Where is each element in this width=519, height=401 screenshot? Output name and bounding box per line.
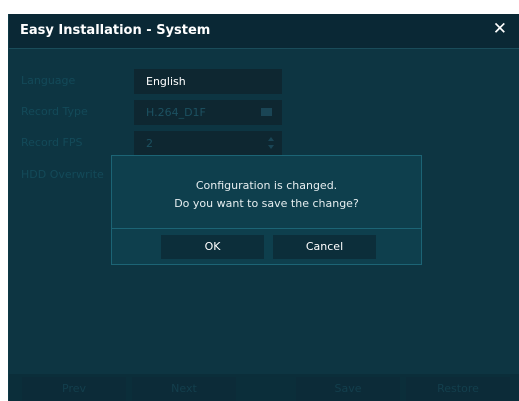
dialog-message-line2: Do you want to save the change?	[174, 197, 359, 210]
dialog-message-line1: Configuration is changed.	[195, 179, 338, 192]
save-button[interactable]: Save	[296, 377, 400, 401]
record-type-label: Record Type	[21, 105, 88, 118]
save-confirm-dialog: Configuration is changed. Do you want to…	[111, 155, 422, 265]
record-type-field[interactable]: H.264_D1F	[134, 100, 282, 125]
hdd-overwrite-label: HDD Overwrite	[21, 168, 104, 181]
prev-button[interactable]: Prev	[22, 377, 126, 401]
record-type-value: H.264_D1F	[146, 106, 206, 119]
close-icon[interactable]: ✕	[493, 19, 507, 39]
next-button[interactable]: Next	[132, 377, 236, 401]
list-icon	[261, 108, 272, 116]
language-label: Language	[21, 74, 76, 87]
cancel-button[interactable]: Cancel	[273, 235, 376, 259]
record-fps-value: 2	[146, 137, 153, 150]
record-fps-field[interactable]: 2	[134, 131, 282, 156]
restore-button[interactable]: Restore	[406, 377, 510, 401]
ok-button[interactable]: OK	[161, 235, 264, 259]
dialog-divider	[112, 228, 421, 229]
window-title: Easy Installation - System	[20, 23, 211, 38]
title-bar: Easy Installation - System ✕	[9, 14, 519, 49]
language-value: English	[146, 75, 186, 88]
spin-up-icon[interactable]	[268, 137, 274, 141]
spin-down-icon[interactable]	[268, 145, 274, 149]
record-fps-label: Record FPS	[21, 136, 83, 149]
language-field[interactable]: English	[134, 69, 282, 94]
